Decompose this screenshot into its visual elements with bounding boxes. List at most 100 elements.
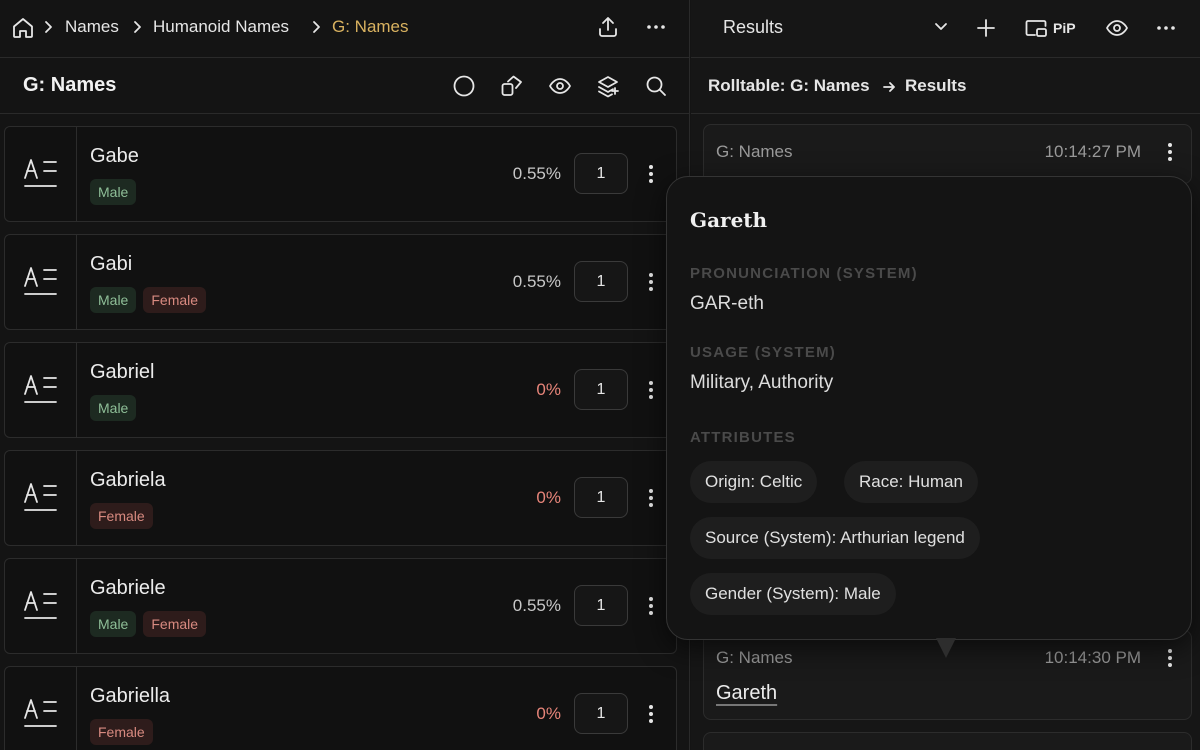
attribute-chip: Race: Human (844, 461, 978, 503)
tag-male: Male (90, 179, 137, 205)
row-menu-icon[interactable] (642, 162, 660, 186)
breadcrumb-humanoid-names[interactable]: Humanoid Names (153, 17, 289, 37)
top-bar: Names Humanoid Names G: Names (0, 0, 689, 58)
home-icon[interactable] (11, 16, 35, 40)
entry-name: Gabriele (90, 577, 166, 599)
tag-list: Male (90, 179, 137, 205)
page-title: G: Names (23, 74, 117, 96)
result-card[interactable]: G: Names 10:14:27 PM (703, 124, 1192, 184)
weight-input[interactable]: 1 (574, 153, 628, 194)
result-card[interactable] (703, 732, 1192, 750)
probability: 0.55% (512, 164, 561, 183)
text-entry-icon (24, 699, 57, 727)
circle-icon[interactable] (452, 74, 476, 98)
entry-name: Gabriella (90, 685, 171, 707)
results-dropdown-label: Results (723, 17, 784, 37)
row-menu-icon[interactable] (642, 486, 660, 510)
tag-male: Male (90, 287, 137, 313)
text-entry-icon-cell (5, 667, 77, 750)
table-row[interactable]: Gabriella Female 0% 1 (4, 666, 677, 750)
popover-title: Gareth (690, 208, 768, 232)
tag-male: Male (90, 395, 137, 421)
result-menu-icon[interactable] (1163, 141, 1177, 163)
results-top-bar: Results PiP (691, 0, 1200, 58)
row-menu-icon[interactable] (642, 378, 660, 402)
arrow-right-icon (882, 80, 896, 94)
text-entry-icon-cell (5, 451, 77, 545)
breadcrumb-names[interactable]: Names (65, 17, 119, 37)
tag-female: Female (143, 287, 207, 313)
results-dropdown[interactable]: Results (713, 15, 948, 43)
attributes-label: ATTRIBUTES (690, 429, 796, 446)
attribute-chip: Origin: Celtic (690, 461, 818, 503)
chevron-right-icon (310, 20, 322, 34)
probability: 0.55% (512, 272, 561, 291)
pronunciation-value: GAR-eth (690, 293, 764, 314)
text-entry-icon-cell (5, 235, 77, 329)
eye-icon[interactable] (1105, 16, 1129, 40)
search-icon[interactable] (644, 74, 668, 98)
tag-list: Male (90, 395, 137, 421)
result-value[interactable]: Gareth (716, 682, 777, 705)
add-icon[interactable] (974, 16, 998, 40)
layers-add-icon[interactable] (596, 74, 620, 98)
table-row[interactable]: Gabi Male Female 0.55% 1 (4, 234, 677, 330)
table-pane: Names Humanoid Names G: Names G: Names G… (0, 0, 690, 750)
probability: 0% (536, 488, 561, 507)
row-menu-icon[interactable] (642, 702, 660, 726)
entry-name: Gabriela (90, 469, 166, 491)
result-time: 10:14:30 PM (1044, 648, 1141, 667)
table-row[interactable]: Gabriel Male 0% 1 (4, 342, 677, 438)
result-time: 10:14:27 PM (1044, 142, 1141, 161)
row-menu-icon[interactable] (642, 270, 660, 294)
tag-male: Male (90, 611, 137, 637)
probability: 0.55% (512, 596, 561, 615)
text-entry-icon (24, 591, 57, 619)
popover-pointer (936, 638, 956, 658)
chevron-right-icon (42, 20, 54, 34)
chevron-right-icon (131, 20, 143, 34)
probability: 0% (536, 380, 561, 399)
weight-input[interactable]: 1 (574, 369, 628, 410)
pip-label[interactable]: PiP (1053, 20, 1076, 36)
tag-list: Female (90, 719, 153, 745)
pronunciation-label: PRONUNCIATION (SYSTEM) (690, 265, 918, 282)
pip-icon[interactable] (1024, 16, 1048, 40)
entry-name: Gabi (90, 253, 133, 275)
shapes-icon[interactable] (500, 74, 524, 98)
text-entry-icon (24, 267, 57, 295)
usage-value: Military, Authority (690, 372, 834, 393)
weight-input[interactable]: 1 (574, 693, 628, 734)
more-icon[interactable] (644, 15, 668, 39)
tag-list: Male Female (90, 611, 207, 637)
weight-input[interactable]: 1 (574, 477, 628, 518)
rolltable-crumb[interactable]: Rolltable: G: Names (708, 76, 870, 96)
table-row[interactable]: Gabe Male 0.55% 1 (4, 126, 677, 222)
usage-label: USAGE (SYSTEM) (690, 344, 836, 361)
table-row[interactable]: Gabriela Female 0% 1 (4, 450, 677, 546)
text-entry-icon (24, 375, 57, 403)
more-icon[interactable] (1154, 16, 1178, 40)
results-crumb: Results (905, 76, 967, 95)
breadcrumb-current: G: Names (332, 17, 409, 36)
weight-input[interactable]: 1 (574, 585, 628, 626)
text-entry-icon-cell (5, 559, 77, 653)
table-row[interactable]: Gabriele Male Female 0.55% 1 (4, 558, 677, 654)
result-menu-icon[interactable] (1163, 647, 1177, 669)
weight-input[interactable]: 1 (574, 261, 628, 302)
result-source: G: Names (716, 142, 793, 161)
text-entry-icon (24, 159, 57, 187)
eye-icon[interactable] (548, 74, 572, 98)
attribute-chip: Source (System): Arthurian legend (690, 517, 980, 559)
tag-list: Female (90, 503, 153, 529)
tag-female: Female (90, 719, 153, 745)
chevron-down-icon (935, 23, 947, 30)
entry-name: Gabriel (90, 361, 155, 383)
tag-female: Female (143, 611, 207, 637)
results-breadcrumb: Rolltable: G: Names Results (691, 58, 1200, 114)
text-entry-icon (24, 483, 57, 511)
probability: 0% (536, 704, 561, 723)
tag-female: Female (90, 503, 153, 529)
row-menu-icon[interactable] (642, 594, 660, 618)
share-icon[interactable] (596, 15, 620, 39)
